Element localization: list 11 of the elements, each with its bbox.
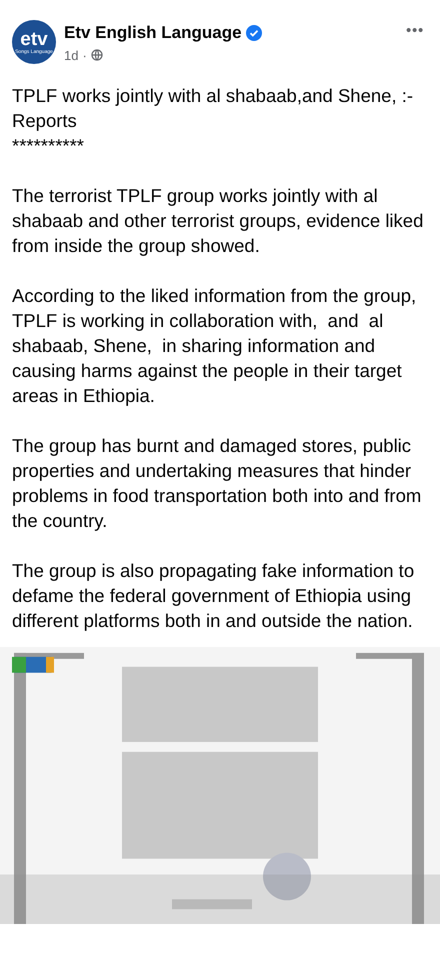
post-paragraph: The terrorist TPLF group works jointly with al shabaab and other terrorist groups, evidence liked from inside the group showed. xyxy=(12,184,424,258)
post-time[interactable]: 1d xyxy=(64,46,78,65)
avatar-logo-text: etv xyxy=(20,30,48,48)
more-options-button[interactable]: ••• xyxy=(402,20,428,42)
globe-icon xyxy=(90,49,103,62)
separator-dot: · xyxy=(82,46,87,64)
post-paragraph: The group is also propagating fake information to defame the federal government of Ethiopia using different platforms both in and outside the nation. xyxy=(12,559,416,633)
author-name[interactable]: Etv English Language xyxy=(64,20,242,46)
post-paragraph: The group has burnt and damaged stores, public properties and undertaking measures that hinder problems in food transportation both into and from the country. xyxy=(12,434,422,533)
post-paragraph: According to the liked information from the group, TPLF is working in collaboration with, and al shabaab, Shene, in sharing information and causing harms against the people in their target areas in Ethiopia. xyxy=(12,284,418,408)
post-paragraph: TPLF works jointly with al shabaab,and Shene, :-Reports ********** xyxy=(12,84,414,158)
